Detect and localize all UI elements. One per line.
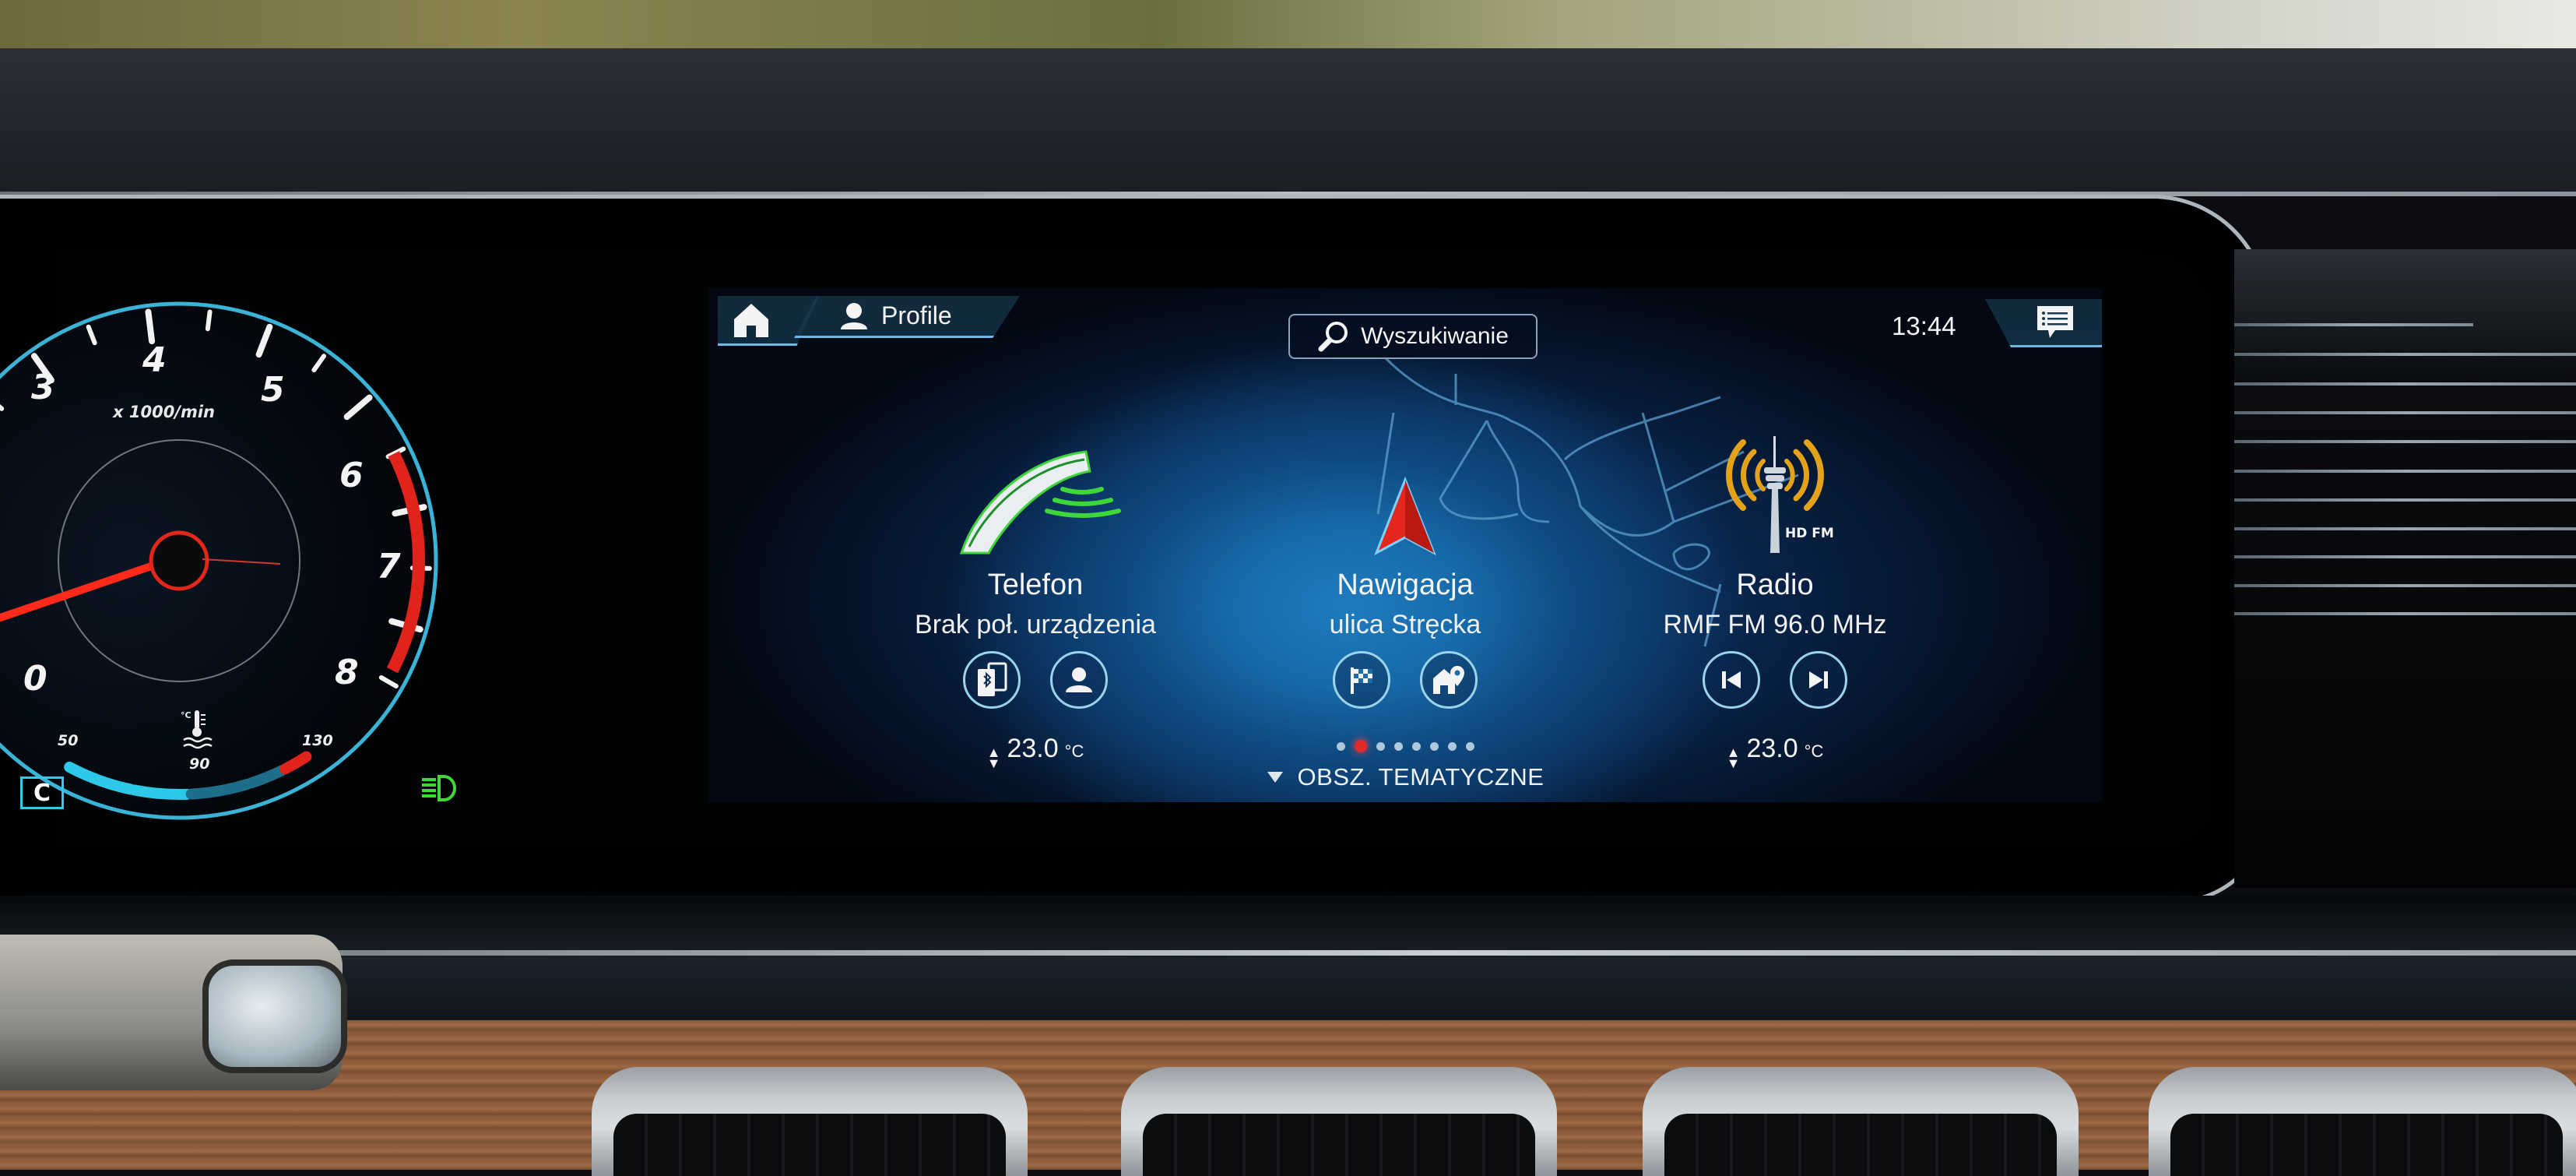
hd-fm-badge: HD FM	[1785, 526, 1834, 541]
page-dot[interactable]	[1447, 742, 1457, 751]
contacts-button[interactable]	[1050, 651, 1108, 709]
coolant-temperature-icon: °C	[181, 710, 213, 749]
page-indicator[interactable]	[708, 740, 2102, 752]
head-unit-screen: Profile Wyszukiwanie 13:44 Telefon Brak …	[708, 288, 2102, 802]
home-pin-icon	[1433, 666, 1464, 694]
connect-device-button[interactable]	[963, 651, 1021, 709]
skip-next-icon	[1809, 671, 1828, 688]
search-label: Wyszukiwanie	[1361, 323, 1509, 349]
clock: 13:44	[1892, 312, 1956, 340]
next-station-button[interactable]	[1790, 651, 1847, 709]
topics-button[interactable]: OBSZ. TEMATYCZNE	[708, 763, 2102, 791]
svg-text:°C: °C	[181, 710, 192, 720]
skip-previous-icon	[1722, 671, 1741, 688]
tach-tick	[145, 308, 156, 345]
phone-status: Brak poł. urządzenia	[915, 610, 1156, 639]
coolant-label: 50	[58, 732, 79, 749]
radio-tile[interactable]: HD FM Radio RMF FM 96.0 MHz ▲ ▼ 23.0 °C	[1580, 413, 1970, 787]
tach-label: 0	[23, 659, 47, 699]
search-button[interactable]: Wyszukiwanie	[1288, 314, 1538, 359]
tach-label: 7	[377, 547, 401, 586]
needle-hub	[149, 530, 209, 591]
tach-label: 3	[31, 368, 55, 407]
instrument-cluster: 3 4 5 6 7 8 0 x 1000/min 50 90 130 °C	[0, 296, 467, 826]
phone-title: Telefon	[987, 569, 1084, 601]
stalk-knob[interactable]	[202, 959, 347, 1073]
navigation-tile[interactable]: Nawigacja ulica Stręcka	[1211, 413, 1600, 787]
right-air-vent	[2234, 249, 2576, 888]
tach-label: 6	[339, 456, 364, 495]
user-icon	[841, 302, 867, 329]
profile-label: Profile	[881, 301, 952, 329]
coolant-label: 130	[302, 732, 333, 749]
tach-label: 5	[261, 370, 285, 410]
destination-button[interactable]	[1333, 651, 1390, 709]
search-icon	[1318, 322, 1348, 352]
contacts-icon	[1066, 667, 1092, 692]
page-dot[interactable]	[1376, 742, 1385, 751]
previous-station-button[interactable]	[1703, 651, 1760, 709]
center-air-vent[interactable]	[1643, 1067, 2079, 1176]
message-list-icon	[2037, 305, 2073, 338]
radio-title: Radio	[1736, 569, 1814, 601]
low-beam-headlight-icon	[422, 775, 456, 801]
coolant-bar-segment	[128, 784, 193, 800]
topics-label: OBSZ. TEMATYCZNE	[1297, 763, 1545, 790]
tach-label: 8	[335, 653, 359, 692]
gear-indicator: C	[20, 776, 64, 809]
profile-button[interactable]: Profile	[794, 296, 1020, 338]
bluetooth-devices-icon	[978, 662, 1007, 696]
coolant-label: 90	[189, 755, 210, 773]
topbar-left: Profile	[708, 296, 1020, 350]
page-dot[interactable]	[1429, 742, 1439, 751]
page-dot[interactable]	[1336, 742, 1345, 751]
phone-handset-icon	[946, 413, 1125, 561]
checkered-flag-icon	[1351, 667, 1372, 694]
tach-tick	[205, 309, 213, 332]
navigation-arrow-icon	[1370, 413, 1440, 561]
center-air-vent[interactable]	[2149, 1067, 2576, 1176]
leather-trim	[0, 958, 2576, 1028]
page-dot[interactable]	[1393, 742, 1403, 751]
tach-unit-label: x 1000/min	[113, 403, 216, 421]
page-dot-active[interactable]	[1354, 740, 1367, 752]
triangle-down-icon	[1267, 772, 1283, 783]
phone-tile[interactable]: Telefon Brak poł. urządzenia ▲ ▼ 23.0 °C	[841, 413, 1230, 787]
dashboard-top-cover	[0, 48, 2576, 196]
center-air-vent[interactable]	[1121, 1067, 1557, 1176]
radio-station: RMF FM 96.0 MHz	[1663, 610, 1887, 639]
home-icon	[734, 303, 768, 337]
tach-label: 4	[142, 340, 167, 380]
center-air-vent[interactable]	[592, 1067, 1028, 1176]
page-dot[interactable]	[1465, 742, 1474, 751]
navigation-title: Nawigacja	[1337, 569, 1474, 601]
page-dot[interactable]	[1411, 742, 1421, 751]
radio-tower-icon: HD FM	[1709, 413, 1841, 561]
home-destination-button[interactable]	[1420, 651, 1478, 709]
current-street: ulica Stręcka	[1329, 610, 1481, 639]
